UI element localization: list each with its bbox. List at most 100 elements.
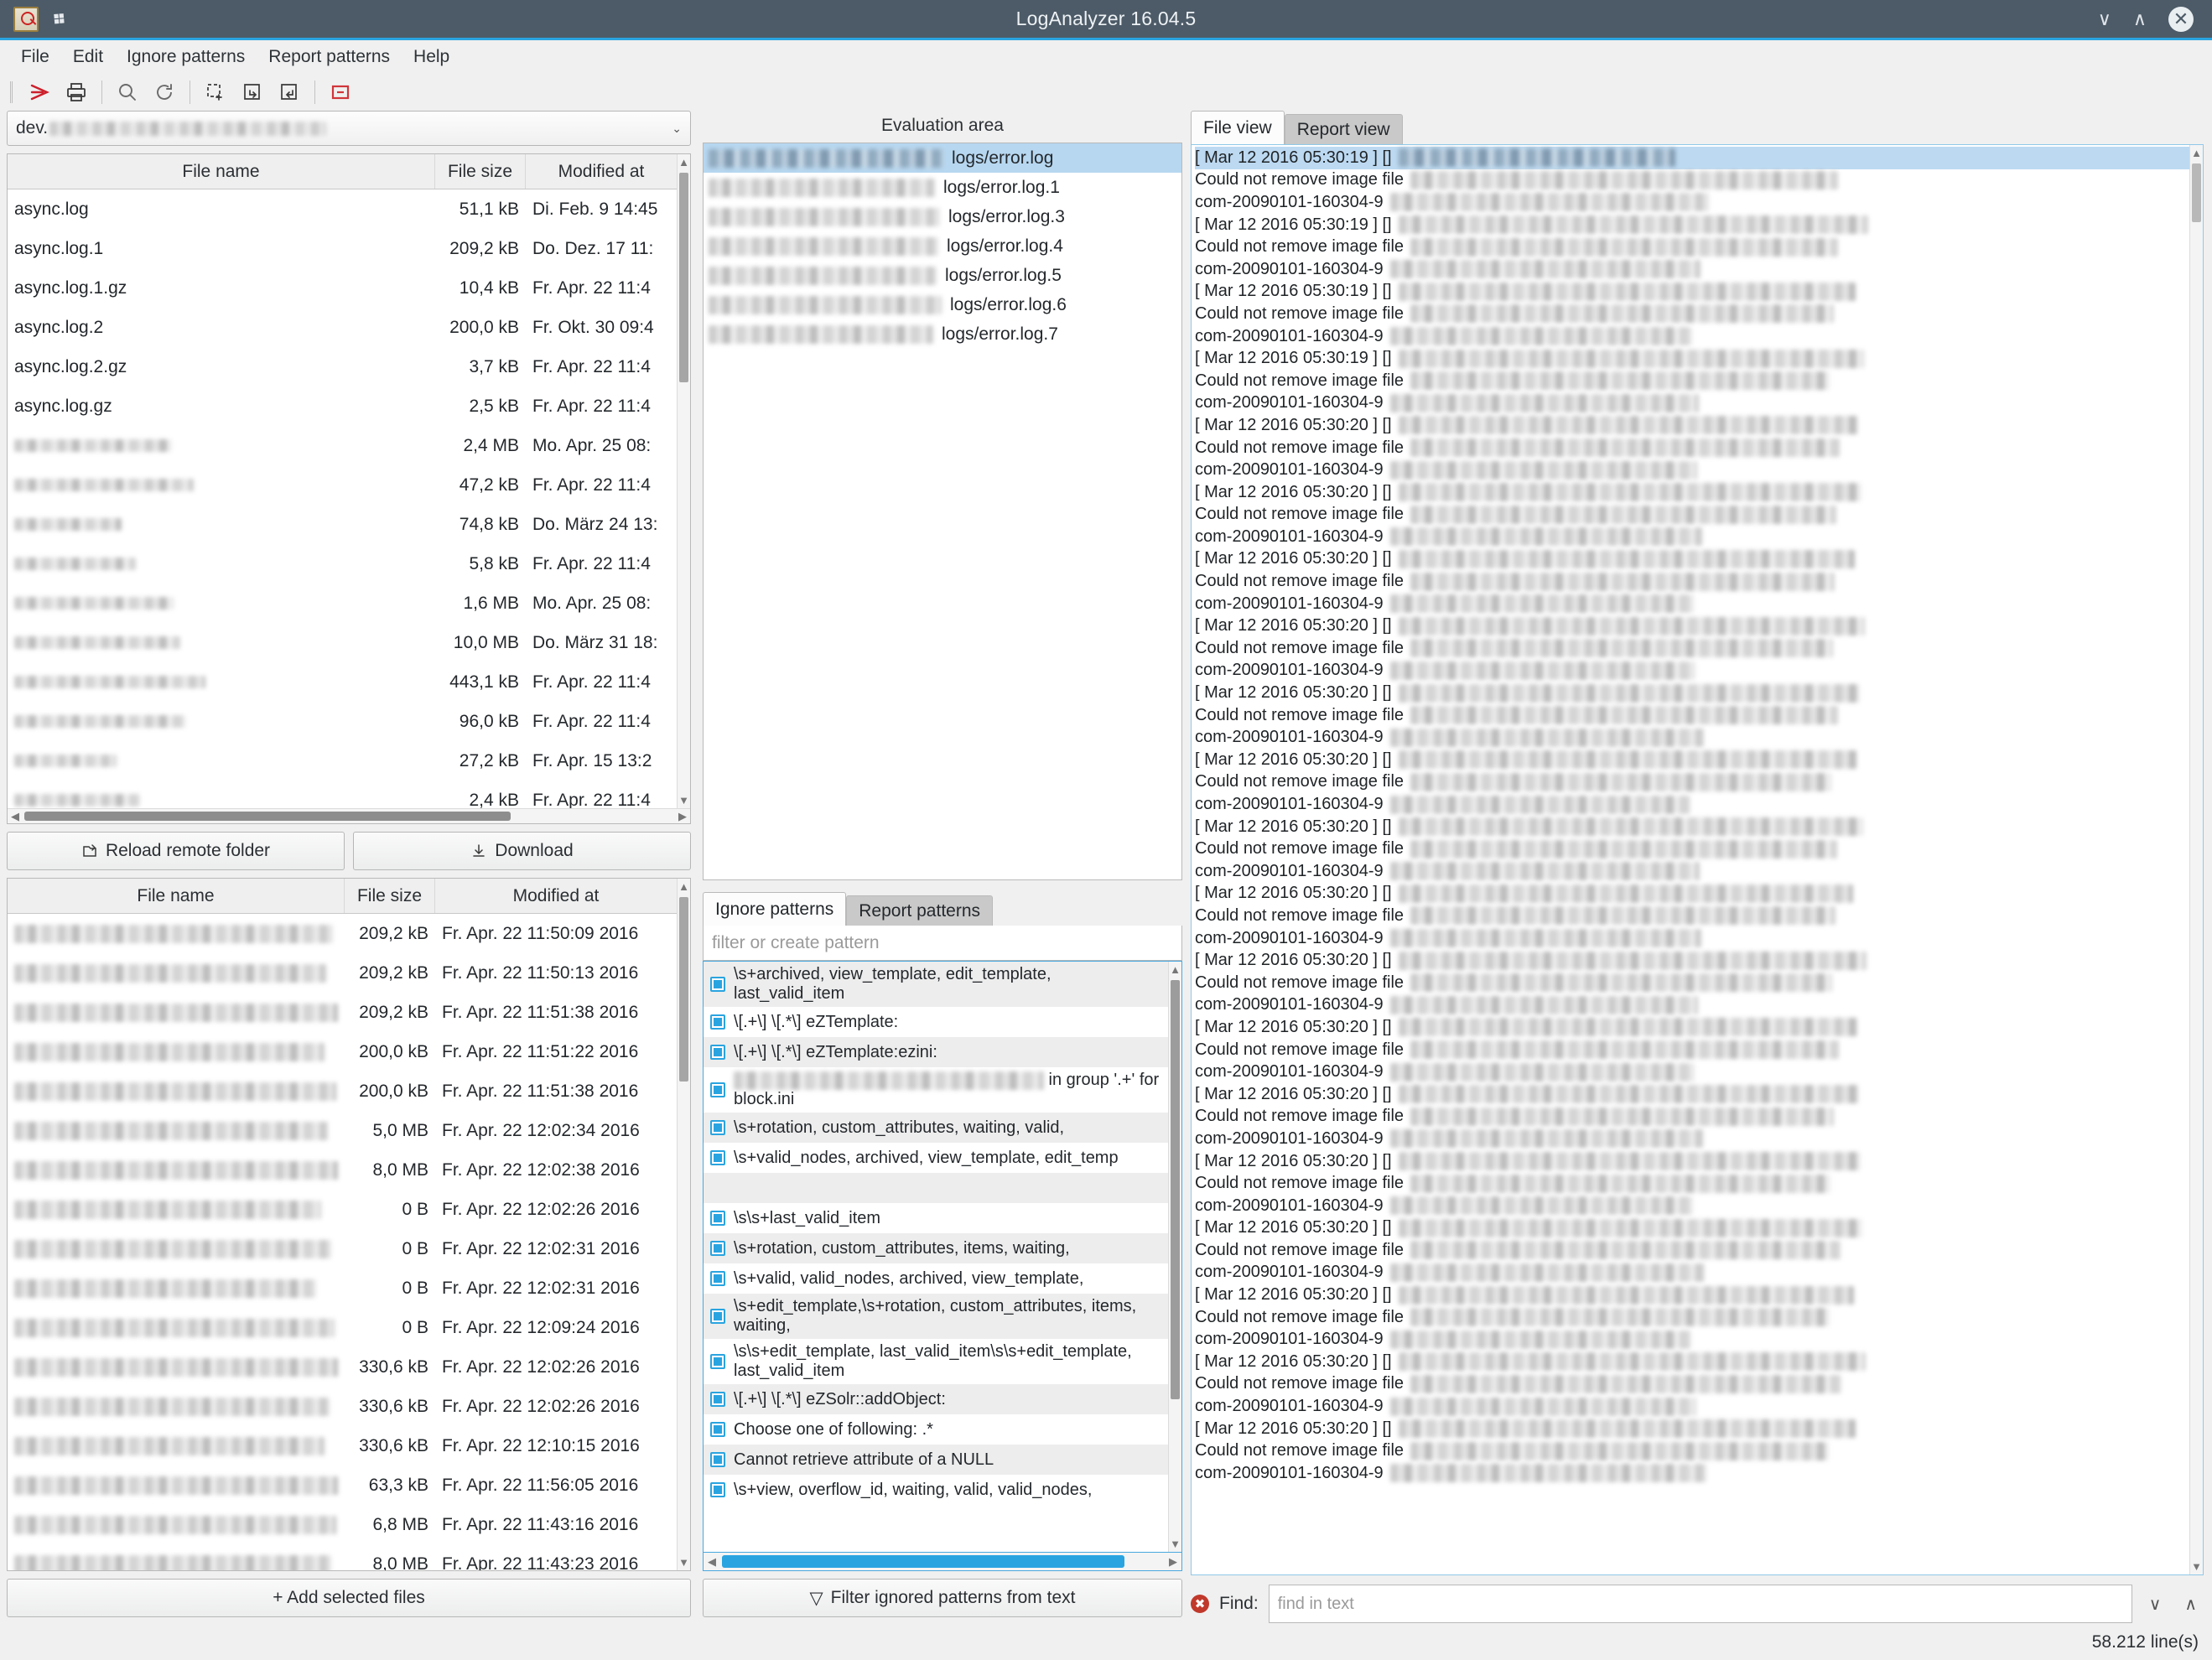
log-line[interactable]: com-20090101-160304-9 [1195, 927, 2189, 950]
log-line[interactable]: [ Mar 12 2016 05:30:19 ] [] [1195, 281, 2189, 303]
add-selected-files-button[interactable]: + Add selected files [7, 1579, 691, 1617]
menu-item-help[interactable]: Help [404, 44, 459, 70]
log-scroll-thumb[interactable] [2192, 163, 2201, 222]
table-row[interactable]: 200,0 kB Fr. Apr. 22 11:51:38 2016 [8, 1071, 677, 1111]
list-item[interactable]: \s+valid_nodes, archived, view_template,… [704, 1143, 1168, 1173]
log-line[interactable]: [ Mar 12 2016 05:30:20 ] [] [1195, 1016, 2189, 1039]
list-item[interactable]: \[.+\] \[.*\] eZSolr::addObject: [704, 1384, 1168, 1414]
remote-path-combo[interactable]: dev. ⌄ [7, 111, 691, 146]
log-line[interactable]: Could not remove image file [1195, 1306, 2189, 1329]
log-line[interactable]: Could not remove image file [1195, 838, 2189, 860]
log-line[interactable]: Could not remove image file [1195, 1106, 2189, 1128]
export-pdf-icon[interactable] [21, 76, 58, 108]
log-line[interactable]: Could not remove image file [1195, 504, 2189, 527]
patterns-list[interactable]: \s+archived, view_template, edit_templat… [703, 961, 1182, 1553]
local-col-modified[interactable]: Modified at [435, 879, 677, 913]
table-row[interactable]: 1,6 MB Mo. Apr. 25 08: [8, 584, 677, 623]
log-line[interactable]: Could not remove image file [1195, 972, 2189, 994]
table-row[interactable]: 5,8 kB Fr. Apr. 22 11:4 [8, 544, 677, 584]
list-item[interactable]: logs/error.log.1 [704, 173, 1181, 202]
log-line[interactable]: [ Mar 12 2016 05:30:20 ] [] [1195, 481, 2189, 504]
evaluation-area-list[interactable]: logs/error.log logs/error.log.1 logs/error… [703, 143, 1182, 880]
log-line[interactable]: com-20090101-160304-9 [1195, 994, 2189, 1017]
minimize-button[interactable]: ∨ [2098, 9, 2111, 29]
log-line[interactable]: Could not remove image file [1195, 370, 2189, 392]
log-lines-container[interactable]: [ Mar 12 2016 05:30:19 ] [] Could not rem… [1192, 145, 2189, 1574]
log-line[interactable]: Could not remove image file [1195, 771, 2189, 794]
log-line[interactable]: com-20090101-160304-9 [1195, 726, 2189, 749]
log-line[interactable]: com-20090101-160304-9 [1195, 459, 2189, 481]
list-item[interactable]: \[.+\] \[.*\] eZTemplate:ezini: [704, 1037, 1168, 1067]
menu-item-ignore-patterns[interactable]: Ignore patterns [117, 44, 254, 70]
local-col-file-name[interactable]: File name [8, 879, 345, 913]
table-row[interactable]: 8,0 MB Fr. Apr. 22 12:02:38 2016 [8, 1150, 677, 1190]
list-item[interactable]: Cannot retrieve attribute of a NULL [704, 1445, 1168, 1475]
table-row[interactable]: async.log.1.gz 10,4 kB Fr. Apr. 22 11:4 [8, 268, 677, 308]
print-icon[interactable] [58, 76, 95, 108]
find-prev-button[interactable]: ∧ [2178, 1594, 2204, 1615]
list-item[interactable]: \s\s+last_valid_item [704, 1203, 1168, 1233]
list-item[interactable]: \s+archived, view_template, edit_templat… [704, 962, 1168, 1007]
table-row[interactable]: 63,3 kB Fr. Apr. 22 11:56:05 2016 [8, 1465, 677, 1505]
chevron-down-icon[interactable]: ⌄ [672, 122, 682, 136]
log-line[interactable]: [ Mar 12 2016 05:30:20 ] [] [1195, 1150, 2189, 1173]
local-col-file-size[interactable]: File size [345, 879, 435, 913]
log-line[interactable]: [ Mar 12 2016 05:30:20 ] [] [1195, 1083, 2189, 1106]
log-line[interactable]: Could not remove image file [1195, 570, 2189, 593]
log-line[interactable]: [ Mar 12 2016 05:30:20 ] [] [1195, 414, 2189, 437]
remove-icon[interactable] [322, 76, 359, 108]
pattern-checkbox[interactable] [710, 1354, 725, 1369]
log-line[interactable]: Could not remove image file [1195, 704, 2189, 727]
table-row[interactable]: 74,8 kB Do. März 24 13: [8, 505, 677, 544]
pattern-checkbox[interactable] [710, 1211, 725, 1226]
patterns-list-body[interactable]: \s+archived, view_template, edit_templat… [704, 962, 1168, 1552]
tab-ignore-patterns[interactable]: Ignore patterns [703, 892, 847, 926]
remote-hscroll-thumb[interactable] [24, 812, 511, 821]
local-scroll-up-icon[interactable]: ▲ [678, 880, 690, 893]
list-item[interactable]: \s+edit_template,\s+rotation, custom_att… [704, 1294, 1168, 1339]
log-line[interactable]: com-20090101-160304-9 [1195, 1128, 2189, 1150]
log-line[interactable]: [ Mar 12 2016 05:30:20 ] [] [1195, 682, 2189, 704]
patterns-scroll-right-icon[interactable]: ▶ [1169, 1555, 1177, 1569]
list-item[interactable]: \s+rotation, custom_attributes, waiting,… [704, 1113, 1168, 1143]
pattern-checkbox[interactable] [710, 1392, 725, 1407]
remote-col-file-size[interactable]: File size [435, 154, 526, 189]
pattern-checkbox[interactable] [710, 1422, 725, 1437]
patterns-scroll-up-icon[interactable]: ▲ [1169, 963, 1181, 976]
table-row[interactable]: 330,6 kB Fr. Apr. 22 12:02:26 2016 [8, 1347, 677, 1387]
table-row[interactable]: async.log.1 209,2 kB Do. Dez. 17 11: [8, 229, 677, 268]
patterns-scroll-thumb[interactable] [1171, 980, 1180, 1399]
log-scroll-down-icon[interactable]: ▼ [2190, 1560, 2203, 1573]
menu-item-report-patterns[interactable]: Report patterns [259, 44, 399, 70]
log-line[interactable]: com-20090101-160304-9 [1195, 1328, 2189, 1351]
log-line[interactable]: Could not remove image file [1195, 236, 2189, 258]
log-line[interactable]: [ Mar 12 2016 05:30:20 ] [] [1195, 883, 2189, 905]
log-vscrollbar[interactable]: ▲ ▼ [2189, 145, 2203, 1574]
table-row[interactable]: 0 B Fr. Apr. 22 12:09:24 2016 [8, 1308, 677, 1347]
pattern-checkbox[interactable] [710, 1120, 725, 1135]
log-line[interactable]: com-20090101-160304-9 [1195, 526, 2189, 548]
patterns-hscrollbar[interactable]: ◀ ▶ [703, 1553, 1182, 1571]
list-item[interactable]: \s\s+edit_template, last_valid_item\s\s+… [704, 1339, 1168, 1384]
add-selection-icon[interactable] [197, 76, 234, 108]
log-line[interactable]: [ Mar 12 2016 05:30:20 ] [] [1195, 816, 2189, 838]
log-scroll-up-icon[interactable]: ▲ [2190, 147, 2203, 159]
table-row[interactable]: 0 B Fr. Apr. 22 12:02:26 2016 [8, 1190, 677, 1229]
pattern-checkbox[interactable] [710, 1271, 725, 1286]
log-line[interactable]: [ Mar 12 2016 05:30:20 ] [] [1195, 615, 2189, 637]
table-row[interactable]: async.log.2 200,0 kB Fr. Okt. 30 09:4 [8, 308, 677, 347]
list-item[interactable]: \s+view, overflow_id, waiting, valid, va… [704, 1475, 1168, 1505]
pattern-checkbox[interactable] [710, 1309, 725, 1324]
list-item[interactable]: logs/error.log.4 [704, 231, 1181, 261]
table-row[interactable]: 27,2 kB Fr. Apr. 15 13:2 [8, 741, 677, 781]
list-item[interactable]: logs/error.log.7 [704, 319, 1181, 349]
tab-report-patterns[interactable]: Report patterns [846, 895, 994, 926]
log-line[interactable]: com-20090101-160304-9 [1195, 793, 2189, 816]
log-line[interactable]: Could not remove image file [1195, 437, 2189, 459]
remote-table-vscrollbar[interactable]: ▲ ▼ [677, 154, 690, 808]
log-line[interactable]: Could not remove image file [1195, 905, 2189, 927]
list-item[interactable]: logs/error.log [704, 143, 1181, 173]
local-table-body[interactable]: 209,2 kB Fr. Apr. 22 11:50:09 2016 209,2 k… [8, 914, 677, 1570]
table-row[interactable]: 209,2 kB Fr. Apr. 22 11:50:09 2016 [8, 914, 677, 953]
log-line[interactable]: com-20090101-160304-9 [1195, 660, 2189, 682]
